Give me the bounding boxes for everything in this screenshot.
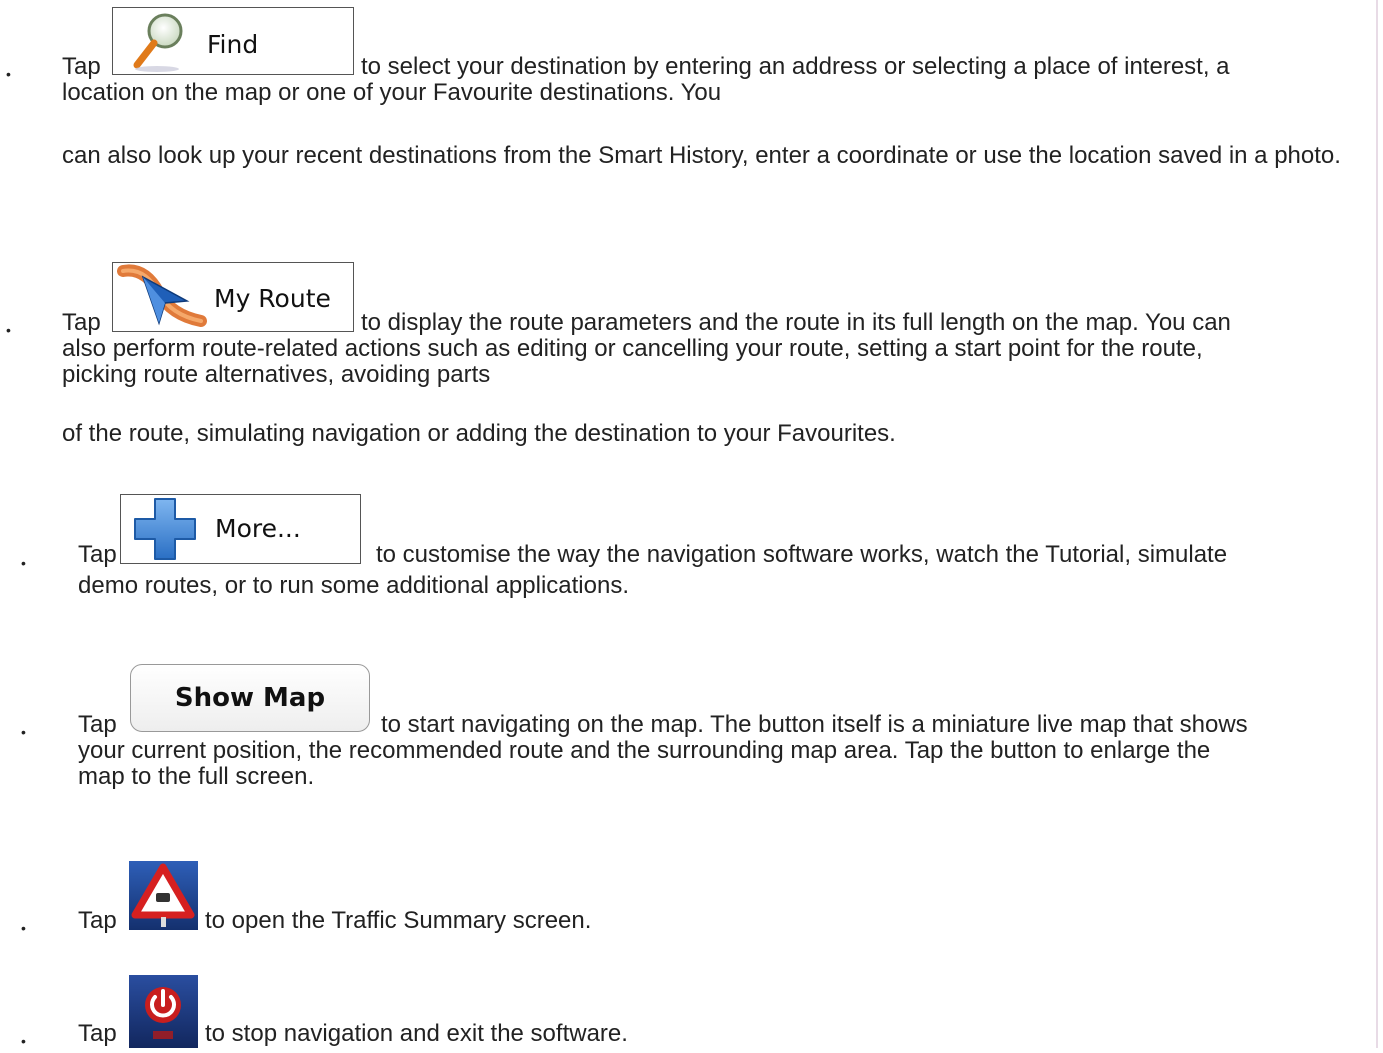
route-arrow-icon bbox=[117, 264, 207, 327]
bullet: • bbox=[6, 322, 11, 338]
tap-label: Tap bbox=[62, 53, 101, 80]
bullet: • bbox=[21, 724, 26, 740]
show-map-desc-line2: your current position, the recommended r… bbox=[78, 737, 1211, 764]
my-route-desc-line3: picking route alternatives, avoiding par… bbox=[62, 361, 491, 388]
find-button-label: Find bbox=[207, 30, 259, 59]
exit-desc: to stop navigation and exit the software… bbox=[205, 1020, 628, 1047]
page-edge-line bbox=[1376, 0, 1378, 1048]
magnifier-icon bbox=[133, 13, 183, 72]
more-desc-line1: to customise the way the navigation soft… bbox=[376, 541, 1228, 568]
find-button[interactable]: Find bbox=[112, 7, 354, 75]
show-map-desc-line3: map to the full screen. bbox=[78, 763, 315, 790]
bullet: • bbox=[21, 1033, 26, 1049]
show-map-button[interactable]: Show Map bbox=[130, 664, 370, 732]
traffic-desc: to open the Traffic Summary screen. bbox=[205, 907, 592, 934]
tap-label: Tap bbox=[78, 907, 117, 934]
bullet: • bbox=[6, 66, 11, 82]
find-desc-line2: location on the map or one of your Favou… bbox=[62, 79, 722, 106]
bullet: • bbox=[21, 555, 26, 571]
traffic-warning-icon bbox=[129, 861, 198, 930]
my-route-button[interactable]: My Route bbox=[112, 262, 354, 332]
find-desc-line1: to select your destination by entering a… bbox=[361, 53, 1230, 80]
tap-label: Tap bbox=[78, 711, 117, 738]
more-button-label: More... bbox=[215, 514, 301, 543]
plus-icon bbox=[134, 498, 196, 560]
bullet: • bbox=[21, 920, 26, 936]
tap-label: Tap bbox=[78, 541, 117, 568]
my-route-button-label: My Route bbox=[214, 284, 331, 313]
power-icon bbox=[129, 975, 198, 1048]
exit-button[interactable] bbox=[129, 975, 198, 1048]
tap-label: Tap bbox=[62, 309, 101, 336]
show-map-desc-line1: to start navigating on the map. The butt… bbox=[381, 711, 1248, 738]
find-desc-para2: can also look up your recent destination… bbox=[62, 142, 1341, 169]
my-route-desc-line1: to display the route parameters and the … bbox=[361, 309, 1231, 336]
my-route-desc-para2: of the route, simulating navigation or a… bbox=[62, 420, 896, 447]
tap-label: Tap bbox=[78, 1020, 117, 1047]
more-desc-line2: demo routes, or to run some additional a… bbox=[78, 572, 629, 599]
more-button[interactable]: More... bbox=[120, 494, 361, 564]
show-map-button-label: Show Map bbox=[174, 683, 326, 713]
traffic-button[interactable] bbox=[129, 861, 198, 930]
my-route-desc-line2: also perform route-related actions such … bbox=[62, 335, 1203, 362]
